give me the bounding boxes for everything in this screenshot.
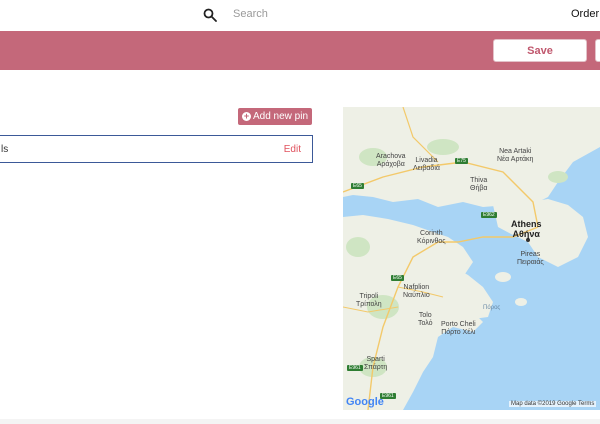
map-label-nea-artaki: Nea Artaki Νέα Αρτάκη bbox=[497, 148, 534, 163]
map-label-pireas: Pireas Πειραιάς bbox=[517, 251, 544, 266]
add-new-pin-label: Add new pin bbox=[252, 111, 309, 122]
map-view[interactable]: Arachova Αράχοβα Livadia Λειβαδιά Nea Arta… bbox=[343, 107, 600, 410]
map-label-arachova: Arachova Αράχοβα bbox=[376, 153, 406, 168]
add-new-pin-button[interactable]: + Add new pin bbox=[238, 108, 312, 125]
secondary-action-button[interactable] bbox=[595, 39, 600, 62]
road-badge: E65 bbox=[351, 183, 364, 189]
map-label-thiva: Thiva Θήβα bbox=[470, 177, 488, 192]
order-link[interactable]: Order I bbox=[571, 8, 600, 20]
top-bar: Search Order I bbox=[0, 0, 600, 31]
map-label-poros: Πόρος bbox=[483, 305, 501, 311]
plus-circle-icon: + bbox=[241, 111, 251, 121]
save-button[interactable]: Save bbox=[493, 39, 587, 62]
pin-name: ls bbox=[1, 144, 9, 155]
google-logo: Google bbox=[346, 396, 384, 408]
search-input[interactable]: Search bbox=[233, 8, 268, 20]
road-badge: E75 bbox=[455, 158, 468, 164]
road-badge: E961 bbox=[347, 365, 363, 371]
map-label-corinth: Corinth Κόρινθος bbox=[417, 230, 446, 245]
pin-list-item[interactable]: ls Edit bbox=[0, 135, 313, 163]
map-label-nafplion: Nafplion Ναύπλιο bbox=[403, 284, 430, 299]
map-label-livadia: Livadia Λειβαδιά bbox=[413, 157, 440, 172]
road-badge: E65 bbox=[391, 275, 404, 281]
road-badge: E962 bbox=[481, 212, 497, 218]
map-label-athens: Athens Αθήνα bbox=[511, 219, 542, 239]
search-icon[interactable] bbox=[203, 8, 217, 22]
map-label-porto-cheli: Porto Cheli Πόρτο Χέλι bbox=[441, 321, 476, 336]
pin-edit-link[interactable]: Edit bbox=[284, 144, 301, 155]
bottom-divider bbox=[0, 419, 600, 424]
map-label-sparti: Sparti Σπάρτη bbox=[364, 356, 388, 371]
map-label-tolo: Tolo Τολό bbox=[418, 312, 433, 327]
map-attribution[interactable]: Map data ©2019 Google Terms bbox=[509, 401, 597, 407]
map-label-tripoli: Tripoli Τρίπολη bbox=[356, 293, 382, 308]
